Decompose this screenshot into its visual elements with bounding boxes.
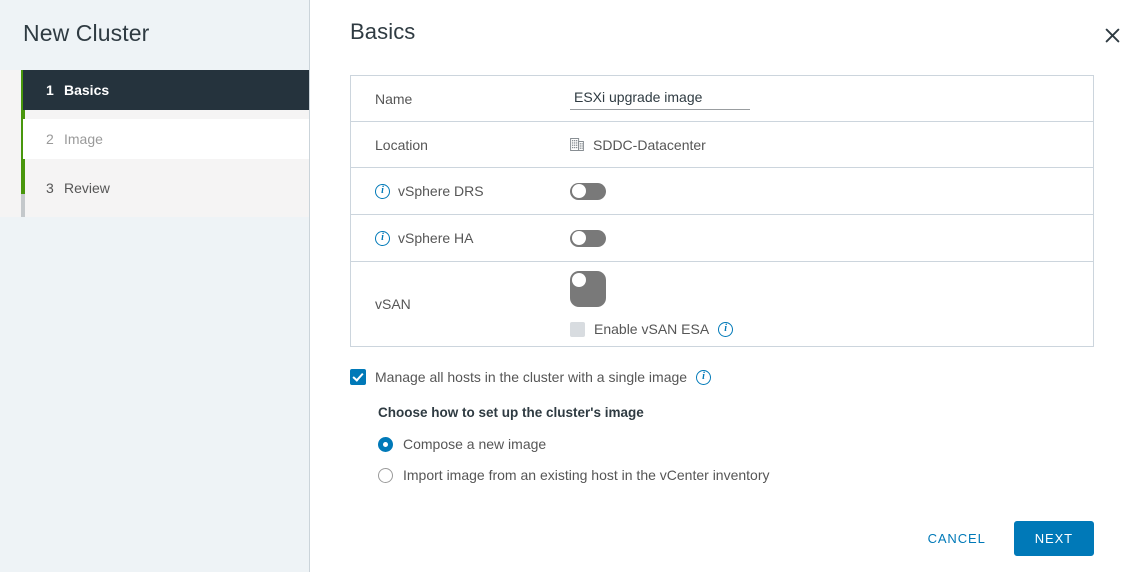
- drs-label-group: i vSphere DRS: [375, 183, 570, 199]
- vsan-esa-row: Enable vSAN ESA i: [570, 321, 734, 337]
- manage-single-image-checkbox[interactable]: [350, 369, 366, 385]
- name-value-cell: [570, 87, 750, 110]
- form-row-vsphere-ha: i vSphere HA: [351, 215, 1093, 262]
- sidebar-step-basics[interactable]: 1 Basics: [23, 70, 309, 110]
- page-title: Basics: [350, 19, 416, 44]
- info-icon[interactable]: i: [375, 183, 390, 199]
- radio-import-existing-image[interactable]: Import image from an existing host in th…: [378, 467, 1094, 483]
- enable-vsan-esa-checkbox[interactable]: [570, 321, 585, 337]
- vsan-label: vSAN: [375, 296, 411, 312]
- step-number: 1: [46, 82, 54, 98]
- form-row-vsan: vSAN Enable vSAN ESA i: [351, 262, 1093, 346]
- close-icon[interactable]: [1100, 23, 1124, 47]
- ha-label: vSphere HA: [398, 230, 474, 246]
- enable-vsan-esa-label: Enable vSAN ESA: [594, 321, 710, 337]
- wizard-sidebar: New Cluster 1 Basics 2 Image 3 Review: [0, 0, 310, 572]
- vsphere-ha-toggle[interactable]: [570, 229, 606, 247]
- info-icon[interactable]: i: [375, 230, 390, 246]
- new-cluster-wizard: New Cluster 1 Basics 2 Image 3 Review Ba…: [0, 0, 1135, 572]
- radio-label: Compose a new image: [403, 436, 547, 452]
- step-number: 2: [46, 131, 54, 147]
- step-label: Review: [64, 180, 110, 196]
- ha-label-group: i vSphere HA: [375, 230, 570, 246]
- vsan-controls: Enable vSAN ESA i: [570, 271, 734, 337]
- radio-label: Import image from an existing host in th…: [403, 467, 770, 483]
- vsan-toggle[interactable]: [570, 271, 606, 307]
- form-row-location: Location SDDC-Datacenter: [351, 122, 1093, 168]
- form-row-vsphere-drs: i vSphere DRS: [351, 168, 1093, 215]
- manage-single-image-row: Manage all hosts in the cluster with a s…: [350, 369, 1094, 385]
- drs-label: vSphere DRS: [398, 183, 484, 199]
- wizard-footer: CANCEL NEXT: [922, 521, 1094, 556]
- sidebar-step-review[interactable]: 3 Review: [23, 168, 309, 208]
- manage-single-image-label: Manage all hosts in the cluster with a s…: [375, 369, 688, 385]
- cluster-basics-panel: Name Location: [350, 75, 1094, 347]
- location-value-cell: SDDC-Datacenter: [570, 137, 706, 153]
- name-label: Name: [375, 90, 413, 107]
- sidebar-step-image[interactable]: 2 Image: [23, 119, 309, 159]
- radio-indicator[interactable]: [378, 467, 393, 483]
- step-number: 3: [46, 180, 54, 196]
- location-label: Location: [375, 136, 428, 153]
- cancel-button[interactable]: CANCEL: [922, 523, 992, 554]
- ha-toggle-cell: [570, 229, 606, 247]
- wizard-step-list: 1 Basics 2 Image 3 Review: [0, 70, 309, 217]
- step-label: Image: [64, 131, 103, 147]
- radio-indicator[interactable]: [378, 436, 393, 452]
- location-value: SDDC-Datacenter: [593, 136, 706, 153]
- wizard-title: New Cluster: [23, 20, 150, 46]
- radio-compose-new-image[interactable]: Compose a new image: [378, 436, 1094, 452]
- wizard-main-panel: Basics Name Location: [310, 0, 1135, 572]
- datacenter-icon: [570, 137, 584, 152]
- cluster-name-input[interactable]: [570, 87, 750, 110]
- drs-toggle-cell: [570, 182, 606, 200]
- step-label: Basics: [64, 82, 110, 98]
- next-button[interactable]: NEXT: [1013, 521, 1094, 556]
- choose-image-heading: Choose how to set up the cluster's image: [378, 405, 644, 420]
- info-icon[interactable]: i: [696, 369, 712, 385]
- vsan-value-cell: Enable vSAN ESA i: [570, 271, 734, 337]
- vsphere-drs-toggle[interactable]: [570, 182, 606, 200]
- form-row-name: Name: [351, 76, 1093, 122]
- info-icon[interactable]: i: [718, 321, 734, 337]
